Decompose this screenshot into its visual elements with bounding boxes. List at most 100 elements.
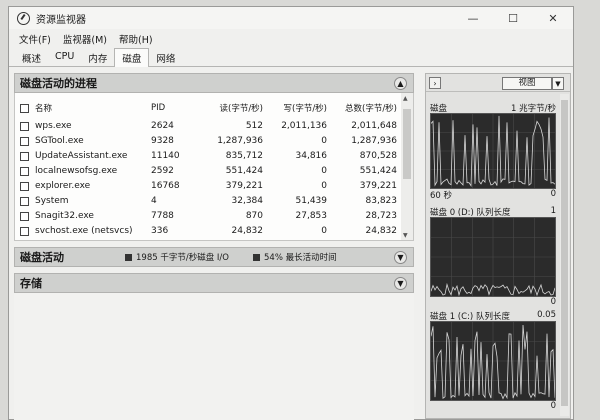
process-table-scrollbar[interactable]: ▲ ▼	[401, 93, 413, 240]
graph-footer: 60 秒 0	[430, 189, 556, 201]
process-write: 0	[321, 136, 327, 146]
graph-header: 磁盘 0 (D:) 队列长度 1	[430, 206, 556, 218]
table-row[interactable]: wps.exe 2624 512 2,011,136 2,011,648	[15, 119, 401, 133]
col-header-pid[interactable]: PID	[151, 103, 201, 113]
table-row[interactable]: svchost.exe (netsvcs) 336 24,832 0 24,83…	[15, 224, 401, 238]
tab-cpu[interactable]: CPU	[48, 49, 81, 66]
row-checkbox[interactable]	[20, 226, 29, 236]
view-dropdown-arrow-icon[interactable]: ▼	[552, 77, 564, 90]
active-time-text: 54% 最长活动时间	[264, 253, 337, 263]
process-name: SGTool.exe	[35, 136, 84, 146]
graph-pane-toolbar: › 视图 ▼	[426, 74, 570, 92]
disk-graph-block: 磁盘 1 兆字节/秒 60 秒 0	[430, 102, 556, 201]
disk0-graph-svg	[431, 218, 555, 296]
process-total: 1,287,936	[351, 136, 397, 146]
process-read: 512	[245, 121, 263, 131]
process-pid: 2624	[151, 121, 174, 131]
graph-max: 0.05	[537, 310, 556, 320]
graph-time: 60 秒	[430, 191, 453, 201]
table-row[interactable]: explorer.exe 16768 379,221 0 379,221	[15, 179, 401, 193]
process-name: System	[35, 196, 69, 206]
left-pane: 磁盘活动的进程 ▲ 名称 PID 读(字节/秒) 写(字节/秒) 总数(字节/秒…	[14, 73, 414, 420]
disk0-graph-block: 磁盘 0 (D:) 队列长度 1 0	[430, 206, 556, 308]
collapse-pane-arrow-icon[interactable]: ›	[429, 77, 441, 89]
process-write: 0	[321, 166, 327, 176]
graph-min: 0	[550, 401, 556, 411]
graph-min: 0	[550, 189, 556, 199]
graph-pane: › 视图 ▼ 磁盘 1 兆字节/秒 60 秒 0 磁盘 0 (D:) 队列长度 …	[425, 73, 571, 419]
process-total: 551,424	[359, 166, 397, 176]
process-pid: 2592	[151, 166, 174, 176]
row-checkbox[interactable]	[20, 181, 29, 191]
tab-disk[interactable]: 磁盘	[114, 48, 150, 67]
tab-network[interactable]: 网络	[149, 49, 182, 66]
process-read: 551,424	[225, 166, 263, 176]
window-title: 资源监视器	[36, 14, 86, 26]
process-pid: 16768	[151, 181, 180, 191]
tab-memory[interactable]: 内存	[81, 49, 114, 66]
scroll-up-arrow-icon[interactable]: ▲	[403, 95, 408, 102]
menu-bar: 文件(F) 监视器(M) 帮助(H)	[9, 31, 159, 47]
table-row[interactable]: SGTool.exe 9328 1,287,936 0 1,287,936	[15, 134, 401, 148]
col-header-name[interactable]: 名称	[35, 102, 153, 114]
scroll-thumb[interactable]	[403, 109, 411, 179]
process-pid: 11140	[151, 151, 180, 161]
expand-chevron-icon[interactable]: ▼	[394, 251, 407, 264]
disk-activity-title: 磁盘活动	[20, 251, 64, 264]
col-header-total[interactable]: 总数(字节/秒)	[331, 102, 397, 114]
row-checkbox[interactable]	[20, 121, 29, 131]
tab-overview[interactable]: 概述	[15, 49, 48, 66]
process-read: 24,832	[231, 226, 264, 236]
minimize-button[interactable]: —	[453, 7, 493, 29]
graph-footer: 0	[430, 401, 556, 412]
row-checkbox[interactable]	[20, 151, 29, 161]
collapse-chevron-icon[interactable]: ▲	[394, 77, 407, 90]
disk-activity-section-header[interactable]: 磁盘活动 1985 千字节/秒磁盘 I/O 54% 最长活动时间 ▼	[14, 247, 414, 267]
menu-help[interactable]: 帮助(H)	[113, 32, 159, 46]
table-row[interactable]: System 4 32,384 51,439 83,823	[15, 194, 401, 208]
row-checkbox[interactable]	[20, 136, 29, 146]
process-write: 0	[321, 226, 327, 236]
process-read: 1,287,936	[217, 136, 263, 146]
process-pid: 336	[151, 226, 169, 236]
table-row[interactable]: Snagit32.exe 7788 870 27,853 28,723	[15, 209, 401, 223]
menu-file[interactable]: 文件(F)	[9, 32, 57, 46]
title-bar: 资源监视器 — ☐ ✕	[9, 7, 573, 29]
process-read: 835,712	[225, 151, 263, 161]
row-checkbox[interactable]	[20, 211, 29, 221]
process-total: 870,528	[359, 151, 397, 161]
table-row[interactable]: UpdateAssistant.exe 11140 835,712 34,816…	[15, 149, 401, 163]
processes-section-header[interactable]: 磁盘活动的进程 ▲	[14, 73, 414, 93]
disk-graph-svg	[431, 114, 555, 188]
maximize-button[interactable]: ☐	[493, 7, 533, 29]
select-all-checkbox[interactable]	[20, 103, 29, 113]
col-header-write[interactable]: 写(字节/秒)	[267, 102, 328, 114]
table-header-row: 名称 PID 读(字节/秒) 写(字节/秒) 总数(字节/秒)	[15, 101, 401, 115]
storage-section-header[interactable]: 存储 ▼	[14, 273, 414, 293]
menu-monitor[interactable]: 监视器(M)	[57, 32, 113, 46]
graph-footer: 0	[430, 297, 556, 308]
view-button[interactable]: 视图	[502, 77, 552, 90]
process-write: 51,439	[295, 196, 328, 206]
process-name: explorer.exe	[35, 181, 91, 191]
process-total: 379,221	[359, 181, 397, 191]
graph-header: 磁盘 1 (C:) 队列长度 0.05	[430, 310, 556, 322]
row-checkbox[interactable]	[20, 196, 29, 206]
process-total: 28,723	[365, 211, 398, 221]
legend-square-icon	[125, 253, 132, 261]
expand-chevron-icon[interactable]: ▼	[394, 277, 407, 290]
process-total: 24,832	[365, 226, 398, 236]
process-read: 379,221	[225, 181, 263, 191]
process-name: Snagit32.exe	[35, 211, 94, 221]
legend-square-icon	[253, 253, 260, 261]
disk-graph	[430, 113, 556, 189]
scroll-thumb[interactable]	[561, 100, 568, 406]
table-row[interactable]: localnewsofsg.exe 2592 551,424 0 551,424	[15, 164, 401, 178]
row-checkbox[interactable]	[20, 166, 29, 176]
process-table: 名称 PID 读(字节/秒) 写(字节/秒) 总数(字节/秒) wps.exe …	[14, 93, 414, 241]
graph-pane-scrollbar[interactable]	[560, 94, 569, 416]
process-read: 870	[245, 211, 263, 221]
close-button[interactable]: ✕	[533, 7, 573, 29]
col-header-read[interactable]: 读(字节/秒)	[201, 102, 264, 114]
scroll-down-arrow-icon[interactable]: ▼	[403, 232, 408, 239]
